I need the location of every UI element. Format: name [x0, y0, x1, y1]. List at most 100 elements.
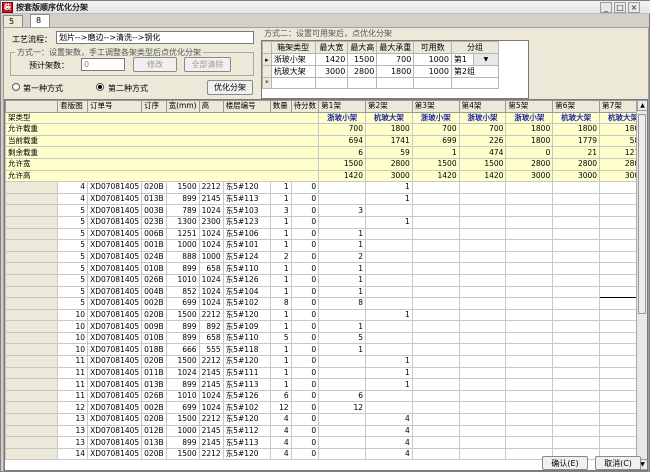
chevron-down-icon[interactable]: ▼: [472, 53, 500, 66]
row-header[interactable]: [5, 343, 59, 357]
table-row[interactable]: 5 XD07081405 001B 1000 1024 东5#101 1 0 1: [5, 239, 647, 252]
grid-cell[interactable]: 2: [269, 250, 292, 264]
expected-count-input[interactable]: 0: [81, 58, 125, 71]
row-header[interactable]: [5, 401, 59, 415]
grid-cell[interactable]: 1024: [198, 389, 224, 403]
grid-cell[interactable]: 1: [364, 378, 413, 391]
grid-cell[interactable]: 2145: [198, 424, 224, 438]
grid-cell[interactable]: [458, 239, 507, 252]
table-row[interactable]: 5 XD07081405 006B 1251 1024 东5#106 1 0 1: [5, 227, 647, 241]
grid-cell[interactable]: [318, 355, 366, 368]
grid-cell[interactable]: [411, 297, 460, 310]
table-row[interactable]: 11 XD07081405 013B 899 2145 东5#113 1 0 1: [5, 378, 647, 391]
grid-cell[interactable]: 14: [57, 447, 89, 461]
grid-cell[interactable]: 1: [269, 343, 292, 357]
grid-cell[interactable]: 011B: [141, 366, 167, 380]
grid-cell[interactable]: XD07081405: [87, 424, 143, 438]
grid-cell[interactable]: [364, 262, 413, 275]
process-field[interactable]: 划片-->磨边-->清洗-->钢化: [56, 31, 254, 44]
rack-row[interactable]: ▸ 浙玻小架 1420 1500 700 1000 第1 ▼: [262, 53, 528, 66]
table-row[interactable]: 5 XD07081405 002B 699 1024 东5#102 8 0 8: [5, 297, 647, 310]
grid-cell[interactable]: [318, 308, 366, 322]
grid-cell[interactable]: 1500: [165, 447, 200, 461]
grid-column-header[interactable]: 第3架: [411, 100, 460, 113]
grid-cell[interactable]: [411, 413, 460, 426]
grid-cell[interactable]: 0: [290, 204, 320, 217]
grid-cell[interactable]: 852: [165, 285, 200, 299]
grid-cell[interactable]: [318, 181, 366, 194]
grid-cell[interactable]: XD07081405: [87, 355, 143, 368]
grid-cell[interactable]: [411, 401, 460, 415]
grid-cell[interactable]: [364, 250, 413, 264]
grid-cell[interactable]: [364, 389, 413, 403]
grid-cell[interactable]: 11: [57, 389, 89, 403]
row-header[interactable]: [5, 181, 59, 194]
grid-cell[interactable]: 4: [57, 192, 89, 206]
grid-cell[interactable]: 东5#113: [222, 192, 271, 206]
grid-cell[interactable]: 1024: [198, 239, 224, 252]
grid-cell[interactable]: 1: [364, 215, 413, 229]
grid-cell[interactable]: [411, 239, 460, 252]
grid-cell[interactable]: 899: [165, 320, 200, 333]
grid-cell[interactable]: 020B: [141, 308, 167, 322]
grid-cell[interactable]: 2145: [198, 366, 224, 380]
grid-cell[interactable]: 2145: [198, 192, 224, 206]
grid-column-header[interactable]: 第6架: [552, 100, 601, 113]
table-row[interactable]: 11 XD07081405 011B 1024 2145 东5#111 1 0 1: [5, 366, 647, 380]
grid-cell[interactable]: 5: [57, 297, 89, 310]
grid-cell[interactable]: 东5#110: [222, 262, 271, 275]
grid-cell[interactable]: 10: [57, 308, 89, 322]
grid-cell[interactable]: [458, 343, 507, 357]
row-header[interactable]: [5, 355, 59, 368]
grid-cell[interactable]: XD07081405: [87, 239, 143, 252]
grid-cell[interactable]: 1024: [198, 204, 224, 217]
grid-cell[interactable]: [505, 389, 554, 403]
grid-cell[interactable]: [505, 192, 554, 206]
grid-cell[interactable]: 020B: [141, 447, 167, 461]
grid-cell[interactable]: 1000: [198, 250, 224, 264]
grid-cell[interactable]: [458, 215, 507, 229]
grid-cell[interactable]: 东5#102: [222, 401, 271, 415]
grid-cell[interactable]: 899: [165, 436, 200, 449]
grid-cell[interactable]: [411, 343, 460, 357]
grid-column-header[interactable]: 套版图: [57, 100, 89, 113]
grid-column-header[interactable]: 高: [198, 100, 224, 113]
new-rack-row[interactable]: *: [262, 77, 528, 89]
grid-cell[interactable]: 002B: [141, 401, 167, 415]
grid-cell[interactable]: 4: [57, 181, 89, 194]
grid-cell[interactable]: 东5#111: [222, 366, 271, 380]
grid-cell[interactable]: 1: [269, 378, 292, 391]
table-row[interactable]: 10 XD07081405 020B 1500 2212 东5#120 1 0 1: [5, 308, 647, 322]
grid-cell[interactable]: 003B: [141, 204, 167, 217]
row-header[interactable]: [5, 297, 59, 310]
grid-cell[interactable]: 2300: [198, 215, 224, 229]
grid-cell[interactable]: 2212: [198, 447, 224, 461]
close-button[interactable]: ×: [628, 2, 640, 13]
row-header[interactable]: [5, 239, 59, 252]
grid-cell[interactable]: 0: [290, 285, 320, 299]
grid-column-header[interactable]: 第2架: [364, 100, 413, 113]
grid-cell[interactable]: [458, 227, 507, 241]
col-max-load[interactable]: 最大承重: [376, 41, 415, 54]
grid-cell[interactable]: [458, 331, 507, 345]
grid-cell[interactable]: [505, 308, 554, 322]
grid-cell[interactable]: 013B: [141, 378, 167, 391]
grid-cell[interactable]: [505, 320, 554, 333]
grid-cell[interactable]: 东5#126: [222, 389, 271, 403]
grid-cell[interactable]: 004B: [141, 285, 167, 299]
grid-cell[interactable]: 0: [290, 436, 320, 449]
grid-cell[interactable]: 0: [290, 181, 320, 194]
tab-5-white[interactable]: 5白: [3, 15, 23, 37]
grid-cell[interactable]: [411, 204, 460, 217]
grid-cell[interactable]: 1: [269, 285, 292, 299]
grid-cell[interactable]: 12: [318, 401, 366, 415]
grid-cell[interactable]: [552, 355, 601, 368]
grid-cell[interactable]: [458, 366, 507, 380]
grid-cell[interactable]: [552, 436, 601, 449]
grid-cell[interactable]: 0: [290, 389, 320, 403]
grid-cell[interactable]: 1500: [165, 413, 200, 426]
grid-cell[interactable]: [552, 389, 601, 403]
grid-cell[interactable]: 东5#120: [222, 355, 271, 368]
grid-cell[interactable]: 东5#120: [222, 308, 271, 322]
grid-cell[interactable]: [552, 285, 601, 299]
